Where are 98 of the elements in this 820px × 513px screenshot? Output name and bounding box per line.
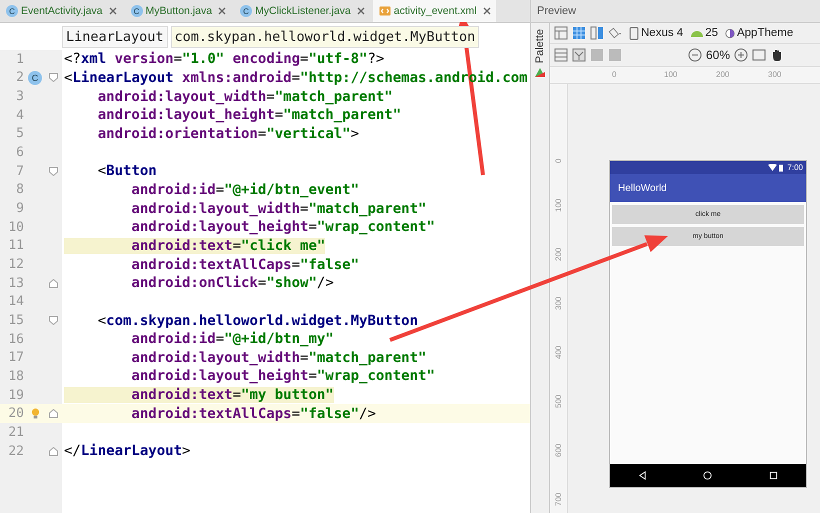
ruler-label: 300 [554,296,563,310]
close-icon[interactable] [356,7,365,15]
code-line: android:id="@+id/btn_my" [130,331,334,348]
class-icon[interactable]: C [28,70,42,85]
line-number: 18 [7,368,24,384]
ruler-label: 0 [554,158,563,163]
line-number: 22 [7,444,24,459]
panel-title: Preview [537,5,576,17]
fold-icon[interactable] [48,166,58,176]
fold-icon[interactable] [48,409,58,418]
api-level-menu[interactable]: 25 [690,27,718,39]
editor-tab[interactable]: C EventActivity.java [0,0,122,22]
fold-icon[interactable] [48,446,58,456]
line-number: 1 [15,52,24,67]
line-number: 6 [15,145,24,160]
code-line: <?xml version="1.0" encoding="utf-8"?> [64,51,384,68]
xml-file-icon [378,5,391,17]
phone-icon [629,26,639,40]
line-number: 13 [7,276,24,291]
zoom-in-icon[interactable] [734,48,748,62]
code-line: android:layout_width="match_parent" [96,88,393,105]
class-icon: C [6,5,18,17]
line-number: 8 [15,182,24,198]
device-menu[interactable]: Nexus 4 [629,26,684,40]
editor-tab[interactable]: C MyButton.java [124,0,232,22]
app-title: HelloWorld [618,182,667,194]
line-number: 2 [15,70,24,86]
line-number: 5 [15,126,24,142]
code-line: android:textAllCaps="false"/> [130,406,376,422]
ruler-label: 300 [768,69,782,81]
fold-icon[interactable] [48,73,58,82]
home-icon [703,471,712,480]
code-line: android:layout_width="match_parent" [130,200,426,217]
editor-tab[interactable]: C MyClickListener.java [234,0,370,22]
wifi-icon [768,164,778,171]
code-line: android:layout_height="match_parent" [96,107,402,124]
code-line: </LinearLayout> [64,443,190,460]
ruler-label: 500 [554,394,563,408]
status-time: 7:00 [787,163,803,172]
fold-icon[interactable] [48,278,58,288]
ruler-label: 200 [554,247,563,261]
theme-menu[interactable]: AppTheme [724,26,794,40]
editor-tab[interactable]: activity_event.xml [372,0,496,22]
layout-icon[interactable] [572,48,586,62]
code-line: android:layout_width="match_parent" [130,350,426,366]
class-icon: C [240,5,252,17]
recents-icon [768,471,778,480]
line-number: 17 [7,350,24,366]
design-view-icon[interactable] [554,26,568,40]
line-number: 14 [7,294,24,310]
line-number: 19 [7,388,24,403]
android-icon [690,29,704,37]
ruler-label: 700 [554,492,563,506]
ruler-label: 0 [612,69,618,81]
line-number: 10 [7,220,24,235]
line-number: 12 [7,257,24,272]
battery-icon [779,164,784,172]
close-icon[interactable] [108,7,117,15]
line-number: 3 [15,89,24,104]
line-number: 11 [7,238,24,254]
code-line: android:onClick="show"/> [130,275,334,292]
line-number: 15 [7,313,24,328]
lightbulb-icon[interactable] [30,408,40,420]
palette-icon[interactable] [534,66,546,78]
fit-screen-icon[interactable] [752,48,766,62]
close-icon[interactable] [482,7,491,15]
ruler-label: 100 [664,69,678,81]
ruler-label: 600 [554,443,563,457]
line-number: 20 [7,406,24,422]
line-number: 16 [7,332,24,347]
ruler-label: 400 [554,345,563,359]
ruler-label: 100 [554,198,563,212]
close-icon[interactable] [218,7,226,15]
zoom-out-icon[interactable] [688,48,702,62]
line-number: 4 [15,108,24,123]
code-line: android:layout_height="wrap_content" [130,368,435,384]
palette-tab[interactable]: Palette [534,29,546,64]
class-icon: C [130,5,143,17]
zoom-level: 60% [706,48,730,62]
breadcrumb-item[interactable]: com.skypan.helloworld.widget.MyButton [170,26,480,48]
rotate-icon[interactable] [608,26,622,40]
code-line: android:layout_height="wrap_content" [130,219,435,236]
back-icon [638,471,648,480]
line-number: 7 [15,164,24,179]
code-line: android:orientation="vertical"> [96,126,360,142]
ruler-label: 200 [716,69,730,81]
line-number: 9 [15,201,24,216]
fold-icon[interactable] [48,316,58,326]
split-view-icon[interactable] [590,26,604,40]
breadcrumb-item[interactable]: LinearLayout [62,26,168,48]
list-icon[interactable] [554,48,568,62]
blueprint-view-icon[interactable] [572,26,586,40]
code-line: <com.skypan.helloworld.widget.MyButton [96,312,418,329]
code-line: android:textAllCaps="false" [130,256,360,273]
theme-icon [724,26,735,40]
code-line: <Button [96,163,157,180]
line-number: 21 [7,424,24,440]
code-line: android:id="@+id/btn_event" [130,182,360,198]
